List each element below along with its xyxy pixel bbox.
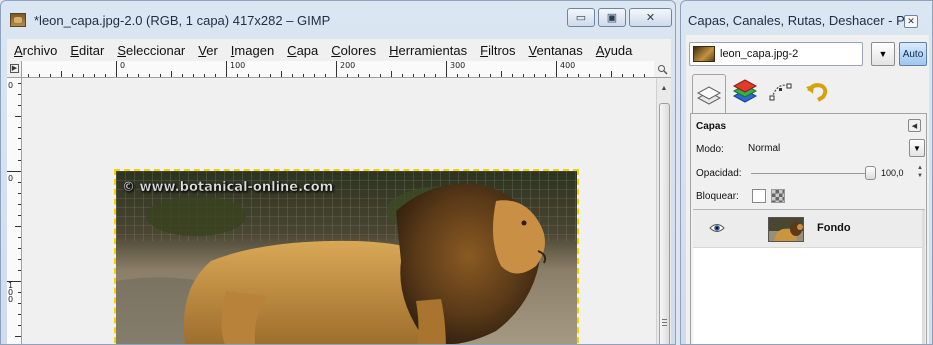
gimp-app-icon [10,13,26,27]
dock-tabs [690,72,927,114]
menu-ventanas[interactable]: Ventanas [522,43,589,58]
window-title: *leon_capa.jpg-2.0 (RGB, 1 capa) 417x282… [34,13,331,28]
zoom-icon [658,64,668,75]
panel-menu-button[interactable]: ◀ [908,119,921,132]
ruler-label: 200 [340,61,356,70]
maximize-button[interactable]: ▣ [598,8,626,27]
paths-icon [769,83,792,101]
ruler-label: 0 [8,81,14,90]
tab-channels[interactable] [728,74,762,108]
scrollbar-thumb[interactable] [659,103,670,344]
tab-layers[interactable] [692,74,726,114]
menu-seleccionar[interactable]: Seleccionar [110,43,191,58]
close-button[interactable]: ✕ [629,8,672,27]
horizontal-ruler[interactable]: 0 100 200 300 400 [22,61,654,78]
dock-close-button[interactable]: ✕ [904,15,918,28]
lock-alpha-checkbox[interactable] [771,189,785,203]
menu-colores[interactable]: Colores [324,43,382,58]
layers-icon [696,85,722,105]
menu-herramientas[interactable]: Herramientas [382,43,473,58]
tab-paths[interactable] [764,74,798,108]
eye-icon[interactable] [709,221,725,235]
dock-client: leon_capa.jpg-2 ▼ Auto Capas ◀ Modo: Nor… [686,35,929,344]
dock-title: Capas, Canales, Rutas, Deshacer - P... [688,13,914,28]
menu-ver[interactable]: Ver [191,43,224,58]
lion-illustration: © www.botanical-online.com [116,171,577,344]
vertical-scrollbar[interactable]: ▲ [656,78,671,344]
layer-name[interactable]: Fondo [817,222,851,234]
spin-arrows-icon[interactable]: ▲ ▼ [917,164,923,181]
ruler-label: 100 [8,281,14,304]
panel-title: Capas [696,121,727,132]
slider-track [751,173,876,174]
vertical-ruler[interactable]: 0 0 100 [7,78,22,344]
navigate-button[interactable] [654,61,671,78]
undo-icon [806,83,828,102]
ruler-label: 0 [120,61,126,70]
ruler-label: 300 [450,61,466,70]
ruler-label: 0 [8,174,14,183]
auto-button[interactable]: Auto [899,42,927,66]
gimp-image-window: *leon_capa.jpg-2.0 (RGB, 1 capa) 417x282… [0,0,676,345]
ruler-label: 400 [560,61,576,70]
menu-bar: Archivo Editar Seleccionar Ver Imagen Ca… [7,39,671,61]
layers-list: Fondo [693,209,925,344]
watermark-text: © www.botanical-online.com [122,180,333,195]
minimize-button[interactable]: ▭ [567,8,595,27]
opacity-label: Opacidad: [696,168,742,179]
title-bar[interactable]: *leon_capa.jpg-2.0 (RGB, 1 capa) 417x282… [1,1,675,41]
mode-dropdown-button[interactable]: ▼ [909,139,925,157]
image-selector[interactable]: leon_capa.jpg-2 [689,42,863,66]
menu-arrow-icon: ▶ [10,64,19,73]
image-window-client: ▶ 0 100 200 300 400 0 0 100 © www.botani… [7,61,671,344]
image-selector-value: leon_capa.jpg-2 [720,48,799,60]
menu-ayuda[interactable]: Ayuda [589,43,639,58]
scroll-up-arrow-icon[interactable]: ▲ [659,84,669,92]
lock-label: Bloquear: [696,191,739,202]
channels-icon [732,79,758,103]
menu-filtros[interactable]: Filtros [473,43,521,58]
slider-thumb[interactable] [865,166,876,180]
layer-row[interactable]: Fondo [693,210,925,248]
layer-thumbnail [768,217,804,242]
tab-undo-history[interactable] [800,74,834,108]
mode-select[interactable]: Normal [745,141,905,159]
lock-pixels-checkbox[interactable] [752,189,766,203]
image-dropdown-button[interactable]: ▼ [871,42,895,66]
lion-photo[interactable]: © www.botanical-online.com [114,169,579,344]
ruler-label: 100 [230,61,246,70]
quick-mask-toggle[interactable]: ▶ [7,61,22,78]
opacity-slider[interactable] [751,166,876,180]
opacity-value[interactable]: 100,0 [881,168,904,178]
list-scrollbar[interactable] [922,210,925,344]
image-thumbnail [693,46,715,62]
menu-editar[interactable]: Editar [63,43,110,58]
layers-panel: Capas ◀ Modo: Normal ▼ Opacidad: 100,0 ▲… [690,113,927,344]
lion-thumbnail-icon [769,218,803,241]
menu-imagen[interactable]: Imagen [224,43,280,58]
grip-icon [662,319,667,326]
menu-capa[interactable]: Capa [280,43,324,58]
mode-label: Modo: [696,144,724,155]
image-canvas[interactable]: © www.botanical-online.com [22,78,654,344]
menu-archivo[interactable]: Archivo [7,43,63,58]
layers-dock-window: Capas, Canales, Rutas, Deshacer - P... ✕… [680,0,933,345]
ruler-ticks [7,83,21,337]
